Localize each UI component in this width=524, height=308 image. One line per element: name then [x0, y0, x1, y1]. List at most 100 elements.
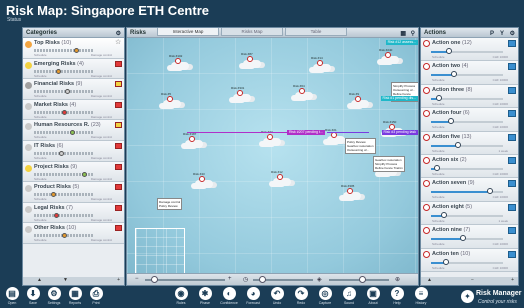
- risk-highlight-label[interactable]: Risk #207 pending t...: [287, 130, 325, 135]
- category-item[interactable]: Financial Risks (9) Schedule Damage contro…: [23, 79, 124, 100]
- risk-marker-icon[interactable]: [167, 96, 173, 102]
- time-slider-knob[interactable]: [259, 276, 266, 283]
- risk-marker-icon[interactable]: [175, 58, 181, 64]
- settings-button[interactable]: ⚙ Settings: [44, 287, 64, 305]
- risk-info-card[interactable]: Damage control Policy Review: [157, 198, 183, 210]
- time-icon[interactable]: ◷: [243, 276, 248, 283]
- history-button[interactable]: ≡ History: [411, 287, 431, 305]
- tab-table[interactable]: Table: [285, 28, 347, 36]
- tab-interactive-map[interactable]: Interactive Map: [157, 28, 219, 36]
- category-item[interactable]: Top Risks (10) ☆ Schedule Damage control: [23, 38, 124, 59]
- action-item[interactable]: Action four (6) Schedule CHF 10000: [421, 108, 518, 132]
- risk-marker-icon[interactable]: [199, 176, 205, 182]
- action-progress-track[interactable]: [431, 261, 503, 264]
- action-progress-knob[interactable]: [434, 164, 441, 171]
- save-button[interactable]: ⬇ Save: [23, 287, 43, 305]
- risk-info-card[interactable]: Policy Review Gearbox restoration Outsourc…: [345, 138, 376, 154]
- action-progress-knob[interactable]: [459, 235, 466, 242]
- map-canvas[interactable]: Risk #102 Risk #87 Risk #14 Risk #240 Risk #…: [127, 38, 418, 275]
- action-color-swatch[interactable]: [508, 40, 516, 47]
- about-button[interactable]: ▣ About: [363, 287, 383, 305]
- risk-info-card[interactable]: Gearbox restoration Simplify Process Refin…: [373, 156, 405, 172]
- flag-icon[interactable]: [115, 184, 122, 191]
- action-color-swatch[interactable]: [508, 110, 516, 118]
- risk-marker-icon[interactable]: [237, 90, 243, 96]
- action-item[interactable]: Action six (2) Schedule CHF 10000: [421, 154, 518, 179]
- action-color-swatch[interactable]: [508, 133, 516, 141]
- category-level-bar[interactable]: [34, 49, 94, 52]
- action-color-swatch[interactable]: [508, 227, 516, 235]
- scroll-up-icon[interactable]: ▲: [427, 277, 432, 283]
- risk-highlight-label[interactable]: Risk #1 pending dis...: [380, 96, 418, 101]
- action-progress-knob[interactable]: [486, 188, 493, 195]
- action-item[interactable]: Action three (8) Schedule CHF 10000: [421, 84, 518, 109]
- action-item[interactable]: Action eight (5) Schedule 1 week: [421, 201, 518, 226]
- category-item[interactable]: Emerging Risks (4) Schedule Damage control: [23, 58, 124, 80]
- action-progress-track[interactable]: [431, 51, 503, 53]
- action-color-swatch[interactable]: [508, 203, 516, 211]
- category-level-bar[interactable]: [34, 193, 94, 197]
- category-level-knob[interactable]: [74, 48, 80, 53]
- flag-icon[interactable]: [115, 81, 122, 88]
- flag-icon[interactable]: [115, 225, 122, 232]
- category-level-bar[interactable]: [34, 213, 94, 217]
- phase-button[interactable]: ✱ Phase: [195, 287, 215, 305]
- sound-button[interactable]: ♫ Sound: [339, 287, 359, 305]
- category-level-knob[interactable]: [81, 171, 87, 177]
- flag-icon[interactable]: [115, 163, 122, 170]
- action-item[interactable]: Action seven (9) Schedule CHF 10000: [421, 178, 518, 202]
- category-item[interactable]: Market Risks (4) Schedule Damage control: [23, 99, 124, 121]
- action-item[interactable]: Action nine (7) Schedule CHF 10000: [421, 225, 518, 249]
- category-level-knob[interactable]: [53, 212, 59, 218]
- action-item[interactable]: Action five (13) Schedule 1 week: [421, 131, 518, 155]
- zoom-slider-knob[interactable]: [151, 276, 158, 283]
- forecast-button[interactable]: ◕ Forecast: [243, 287, 263, 305]
- risk-highlight-label[interactable]: Risk #12 assess...: [385, 40, 418, 45]
- rules-button[interactable]: ◉ Rules: [171, 287, 191, 305]
- category-item[interactable]: IT Risks (6) Schedule Damage control: [23, 140, 124, 162]
- action-item[interactable]: Action two (4) Schedule CHF 10000: [421, 61, 518, 85]
- confidence-button[interactable]: ◐ Confidence: [219, 287, 239, 305]
- action-color-swatch[interactable]: [508, 250, 516, 258]
- redo-button[interactable]: ↷ Redo: [291, 287, 311, 305]
- action-progress-knob[interactable]: [448, 118, 454, 125]
- category-level-knob[interactable]: [64, 89, 70, 95]
- action-progress-knob[interactable]: [445, 48, 452, 54]
- scroll-up-icon[interactable]: ▲: [37, 277, 42, 283]
- category-item[interactable]: Other Risks (10) Schedule Damage control: [23, 223, 124, 244]
- print-button[interactable]: ⎙ Print: [86, 287, 106, 305]
- zoom-in-icon[interactable]: +: [228, 276, 232, 282]
- action-progress-track[interactable]: [431, 167, 503, 170]
- action-progress-knob[interactable]: [443, 258, 450, 265]
- flag-icon[interactable]: [115, 204, 122, 211]
- action-progress-knob[interactable]: [454, 141, 461, 148]
- risk-marker-icon[interactable]: [347, 188, 353, 194]
- action-progress-track[interactable]: [431, 74, 503, 77]
- category-level-knob[interactable]: [62, 233, 67, 239]
- minimap-grid[interactable]: [135, 228, 185, 274]
- category-item[interactable]: Legal Risks (7) Schedule Damage control: [23, 202, 124, 224]
- reports-button[interactable]: ▦ Reports: [65, 287, 85, 305]
- star-icon[interactable]: ☆: [115, 38, 122, 46]
- category-level-knob[interactable]: [56, 68, 62, 74]
- risk-marker-icon[interactable]: [277, 174, 283, 180]
- scroll-down-icon[interactable]: ▼: [63, 277, 68, 283]
- category-level-knob[interactable]: [50, 192, 56, 198]
- open-button[interactable]: ▤ Open: [2, 287, 22, 305]
- expand-icon[interactable]: ⊕: [395, 276, 400, 283]
- category-item[interactable]: Product Risks (5) Schedule Damage control: [23, 182, 124, 203]
- flag-icon[interactable]: [115, 60, 122, 67]
- flag-icon[interactable]: [115, 122, 122, 129]
- category-item[interactable]: Project Risks (9) Schedule Damage control: [23, 161, 124, 183]
- action-item[interactable]: Action ten (10) Schedule CHF 10000: [421, 248, 518, 272]
- flag-icon[interactable]: [115, 142, 122, 149]
- action-item[interactable]: Action one (12) Schedule CHF 10000: [421, 38, 518, 62]
- capture-button[interactable]: ◎ Capture: [315, 287, 335, 305]
- risk-marker-icon[interactable]: [267, 134, 273, 140]
- undo-button[interactable]: ↶ Undo: [267, 287, 287, 305]
- action-progress-knob[interactable]: [451, 71, 458, 78]
- risk-marker-icon[interactable]: [317, 60, 323, 66]
- risk-highlight-label[interactable]: Risk #3 pending task: [381, 130, 418, 135]
- action-color-swatch[interactable]: [508, 156, 516, 164]
- risk-marker-icon[interactable]: [355, 96, 361, 102]
